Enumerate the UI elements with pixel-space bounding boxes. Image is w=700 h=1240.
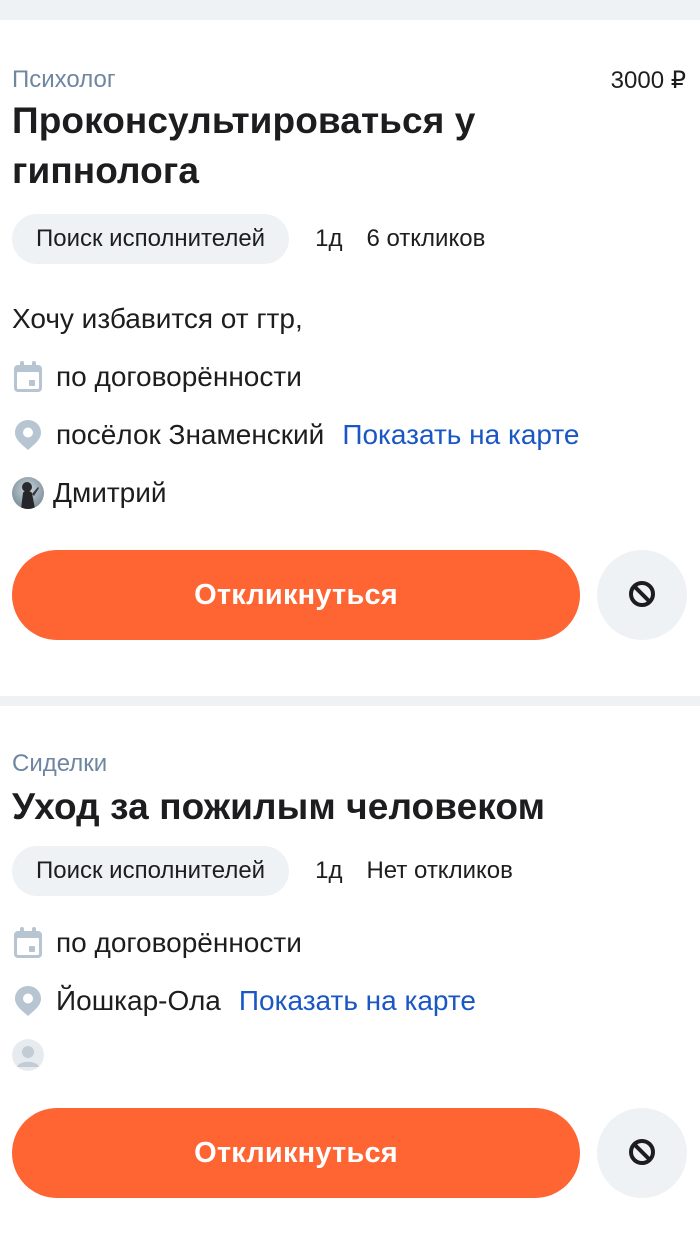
calendar-icon <box>12 927 44 959</box>
show-on-map-link[interactable]: Показать на карте <box>342 419 579 451</box>
status-badge: Поиск исполнителей <box>12 846 290 896</box>
location-row: посёлок Знаменский Показать на карте <box>12 418 688 452</box>
location-pin-icon <box>12 419 44 451</box>
order-title-line: Уход за пожилым человеком <box>12 786 546 827</box>
order-date: по договорённости <box>56 927 302 958</box>
card-actions: Откликнуться <box>12 1108 688 1198</box>
card-actions: Откликнуться <box>12 550 688 640</box>
order-age: 1д <box>315 225 343 252</box>
author-row[interactable]: Дмитрий <box>12 476 688 510</box>
order-location: посёлок Знаменский <box>56 419 325 450</box>
order-date: по договорённости <box>56 361 302 392</box>
order-card[interactable]: Сиделки Уход за пожилым человеком Поиск … <box>0 706 700 1240</box>
date-row: по договорённости <box>12 360 688 394</box>
block-icon <box>628 580 656 611</box>
author-name: Дмитрий <box>53 477 167 508</box>
order-card[interactable]: Психолог 3000 ₽ Проконсультироваться у г… <box>0 20 700 696</box>
top-divider <box>0 0 700 12</box>
order-title-line: гипнолога <box>12 150 200 191</box>
hide-order-button[interactable] <box>597 550 687 640</box>
order-title[interactable]: Уход за пожилым человеком <box>12 782 688 832</box>
location-pin-icon <box>12 985 44 1017</box>
date-row: по договорённости <box>12 926 688 960</box>
location-row: Йошкар-Ола Показать на карте <box>12 984 688 1018</box>
order-location: Йошкар-Ола <box>56 985 221 1016</box>
show-on-map-link[interactable]: Показать на карте <box>239 985 476 1017</box>
order-description: Хочу избавится от гтр, <box>12 303 303 334</box>
order-title[interactable]: Проконсультироваться у гипнолога <box>12 96 688 196</box>
calendar-icon <box>12 361 44 393</box>
status-row: Поиск исполнителей 1д Нет откликов <box>12 846 688 896</box>
order-category: Психолог <box>12 66 116 93</box>
category-row: Сиделки <box>12 750 688 778</box>
status-badge: Поиск исполнителей <box>12 214 290 264</box>
status-row: Поиск исполнителей 1д 6 откликов <box>12 214 688 264</box>
order-age: 1д <box>315 857 343 884</box>
author-row[interactable] <box>12 1038 688 1072</box>
order-price: 3000 ₽ <box>610 66 686 94</box>
block-icon <box>628 1138 656 1169</box>
avatar <box>12 477 44 509</box>
respond-button[interactable]: Откликнуться <box>12 1108 580 1198</box>
respond-button[interactable]: Откликнуться <box>12 550 580 640</box>
order-title-line: Проконсультироваться у <box>12 100 476 141</box>
category-row: Психолог 3000 ₽ <box>12 66 688 94</box>
user-placeholder-icon <box>12 1039 44 1071</box>
order-category: Сиделки <box>12 750 108 777</box>
hide-order-button[interactable] <box>597 1108 687 1198</box>
responses-count: Нет откликов <box>366 857 513 884</box>
responses-count: 6 откликов <box>366 225 486 252</box>
